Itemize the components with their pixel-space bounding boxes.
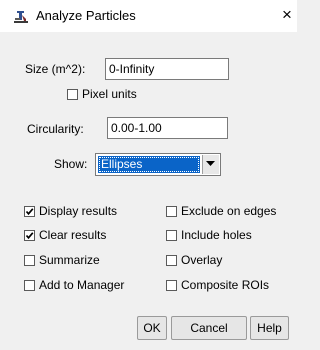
add-to-manager-checkbox[interactable] [24, 280, 35, 291]
cancel-button[interactable]: Cancel [171, 316, 247, 340]
help-button[interactable]: Help [250, 316, 289, 340]
show-selected-value: Ellipses [98, 156, 200, 173]
display-results-label: Display results [39, 204, 118, 218]
overlay-checkbox[interactable] [166, 255, 177, 266]
imagej-microscope-icon [14, 11, 28, 23]
pixel-units-checkbox[interactable] [67, 89, 78, 100]
include-holes-checkbox[interactable] [166, 230, 177, 241]
circularity-field[interactable] [107, 117, 228, 139]
show-select[interactable]: Ellipses [95, 153, 221, 176]
chevron-down-icon[interactable] [202, 155, 219, 174]
clear-results-label: Clear results [39, 228, 107, 242]
composite-rois-label: Composite ROIs [181, 278, 270, 292]
checkmark-icon [25, 232, 34, 240]
pixel-units-label: Pixel units [82, 87, 137, 101]
size-label: Size (m^2): [25, 62, 86, 76]
summarize-label: Summarize [39, 253, 100, 267]
clear-results-checkbox[interactable] [24, 230, 35, 241]
circularity-label: Circularity: [27, 122, 84, 136]
include-holes-label: Include holes [181, 228, 252, 242]
close-icon[interactable]: × [279, 5, 295, 25]
overlay-label: Overlay [181, 253, 223, 267]
summarize-checkbox[interactable] [24, 255, 35, 266]
add-to-manager-label: Add to Manager [39, 278, 125, 292]
checkmark-icon [25, 208, 34, 216]
show-label: Show: [54, 157, 88, 171]
title-bar: Analyze Particles × [0, 0, 297, 32]
ok-button[interactable]: OK [137, 316, 167, 340]
window-title: Analyze Particles [36, 8, 136, 23]
composite-rois-checkbox[interactable] [166, 280, 177, 291]
display-results-checkbox[interactable] [24, 206, 35, 217]
exclude-on-edges-checkbox[interactable] [166, 206, 177, 217]
exclude-on-edges-label: Exclude on edges [181, 204, 277, 218]
size-field[interactable] [105, 58, 229, 80]
